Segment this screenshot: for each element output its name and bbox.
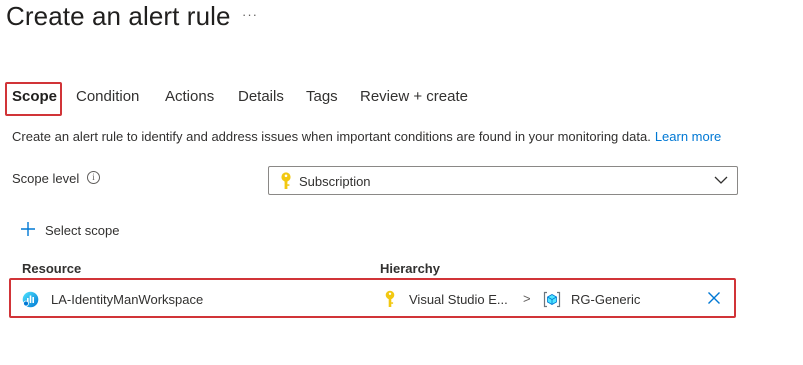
- highlight-box-resource-row: [9, 278, 736, 318]
- learn-more-link[interactable]: Learn more: [655, 129, 721, 144]
- plus-icon: [20, 221, 36, 240]
- description-text: Create an alert rule to identify and add…: [12, 129, 651, 144]
- info-icon[interactable]: i: [87, 171, 100, 184]
- page-title: Create an alert rule: [6, 1, 231, 31]
- page-description: Create an alert rule to identify and add…: [12, 129, 721, 144]
- highlight-box-scope-tab: [5, 82, 62, 116]
- scope-level-value: Subscription: [299, 174, 371, 189]
- more-options-button[interactable]: ···: [242, 7, 258, 22]
- tab-tags[interactable]: Tags: [306, 88, 338, 105]
- tab-actions[interactable]: Actions: [165, 88, 214, 105]
- chevron-down-icon: [714, 173, 728, 192]
- tab-condition[interactable]: Condition: [76, 88, 139, 105]
- key-icon: [279, 172, 293, 195]
- select-scope-label: Select scope: [45, 223, 120, 238]
- scope-level-dropdown[interactable]: Subscription: [268, 166, 738, 195]
- column-header-resource: Resource: [22, 261, 82, 276]
- scope-level-label: Scope level: [12, 171, 80, 186]
- tab-details[interactable]: Details: [238, 88, 284, 105]
- column-header-hierarchy: Hierarchy: [380, 261, 440, 276]
- tab-review-create[interactable]: Review + create: [360, 88, 468, 105]
